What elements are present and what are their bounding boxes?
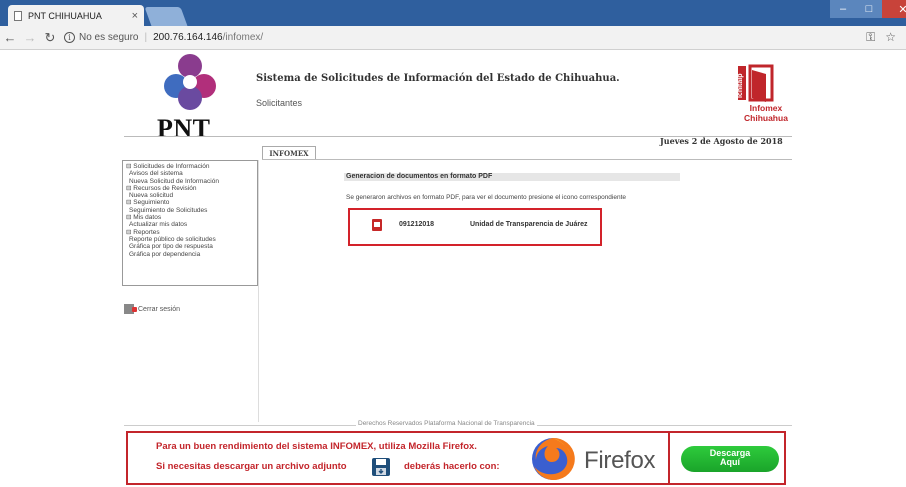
- maximize-icon[interactable]: □: [856, 0, 882, 18]
- sidebar-item[interactable]: ⊟ Seguimiento: [126, 199, 254, 206]
- sidebar-menu: ⊟ Solicitudes de Información Avisos del s…: [122, 160, 258, 286]
- address-bar: ← → ↻ i No es seguro | 200.76.164.146 /i…: [0, 26, 906, 50]
- document-number: 091212018: [399, 221, 435, 228]
- section-description: Se generaron archivos en formato PDF, pa…: [346, 194, 627, 201]
- tab-infomex[interactable]: INFOMEX: [262, 146, 316, 160]
- url-path: /infomex/: [222, 32, 264, 43]
- sidebar-item[interactable]: ⊟ Recursos de Revisión: [126, 185, 254, 192]
- logout-label: Cerrar sesión: [138, 305, 181, 313]
- current-date: Jueves 2 de Agosto de 2018: [660, 136, 783, 146]
- sidebar-item[interactable]: Reporte público de solicitudes: [126, 236, 254, 243]
- document-unit: Unidad de Transparencia de Juárez: [470, 221, 588, 228]
- firefox-wordmark: Firefox: [584, 447, 656, 474]
- sidebar-item[interactable]: Nueva solicitud: [126, 192, 254, 199]
- info-icon[interactable]: i: [64, 32, 75, 43]
- floppy-disk-icon: [372, 458, 390, 476]
- address-bar-actions: ⚿ ☆: [866, 30, 896, 45]
- tab-close-icon[interactable]: ×: [132, 10, 138, 22]
- tab-title: PNT CHIHUAHUA: [28, 10, 102, 21]
- download-firefox-button[interactable]: Descarga Aquí: [681, 446, 779, 472]
- sidebar-item[interactable]: Actualizar mis datos: [126, 221, 254, 228]
- firefox-logo-icon: [532, 437, 575, 480]
- pdf-icon[interactable]: [372, 219, 382, 231]
- browser-tab-strip: PNT CHIHUAHUA × – □ ✕: [0, 0, 906, 26]
- close-window-icon[interactable]: ✕: [882, 0, 906, 18]
- forward-icon[interactable]: →: [20, 30, 40, 45]
- star-icon[interactable]: ☆: [885, 30, 896, 45]
- sidebar-item[interactable]: ⊟ Mis datos: [126, 214, 254, 221]
- url-separator: |: [144, 32, 148, 43]
- window-controls: – □ ✕: [830, 0, 906, 18]
- logout-link[interactable]: Cerrar sesión: [124, 304, 180, 314]
- banner-line1: Para un buen rendimiento del sistema INF…: [156, 441, 477, 452]
- ichitaip-logo-text: ichitaip: [737, 73, 744, 98]
- sidebar-item[interactable]: Gráfica por tipo de respuesta: [126, 243, 254, 250]
- page-icon: [14, 10, 22, 21]
- banner-line3: deberás hacerlo con:: [404, 461, 500, 472]
- sidebar-divider: [258, 160, 259, 422]
- security-label: No es seguro: [79, 32, 139, 43]
- back-icon[interactable]: ←: [0, 30, 20, 45]
- reload-icon[interactable]: ↻: [40, 30, 60, 46]
- sidebar-item[interactable]: Seguimiento de Solicitudes: [126, 207, 254, 214]
- sidebar-item[interactable]: Avisos del sistema: [126, 170, 254, 177]
- pnt-logo-text: PNT: [157, 114, 211, 143]
- infomex-logo-line2: Chihuahua: [744, 113, 788, 123]
- url-host: 200.76.164.146: [153, 32, 223, 43]
- page-title: Sistema de Solicitudes de Información de…: [256, 73, 620, 84]
- page-subtitle: Solicitantes: [256, 98, 303, 108]
- sidebar-item[interactable]: ⊟ Solicitudes de Información: [126, 163, 254, 170]
- sidebar-item[interactable]: ⊟ Reportes: [126, 229, 254, 236]
- tab-divider: [262, 159, 792, 160]
- sidebar-item[interactable]: Gráfica por dependencia: [126, 251, 254, 258]
- footer-rights: Derechos Reservados Plataforma Nacional …: [356, 420, 537, 427]
- minimize-icon[interactable]: –: [830, 0, 856, 18]
- url-input[interactable]: i No es seguro | 200.76.164.146 /infomex…: [64, 29, 844, 47]
- section-title: Generacion de documentos en formato PDF: [344, 173, 680, 181]
- infomex-logo-line1: Infomex: [749, 103, 783, 113]
- download-label-line2: Aquí: [720, 457, 740, 467]
- banner-line2: Si necesitas descargar un archivo adjunt…: [156, 461, 347, 472]
- logout-icon: [124, 304, 137, 314]
- banner-divider: [668, 431, 670, 485]
- browser-tab[interactable]: PNT CHIHUAHUA ×: [8, 5, 144, 26]
- sidebar-item[interactable]: Nueva Solicitud de Información: [126, 178, 254, 185]
- key-icon[interactable]: ⚿: [866, 30, 875, 45]
- new-tab-button[interactable]: [144, 7, 188, 26]
- infomex-logo-text: Infomex Chihuahua: [744, 103, 788, 123]
